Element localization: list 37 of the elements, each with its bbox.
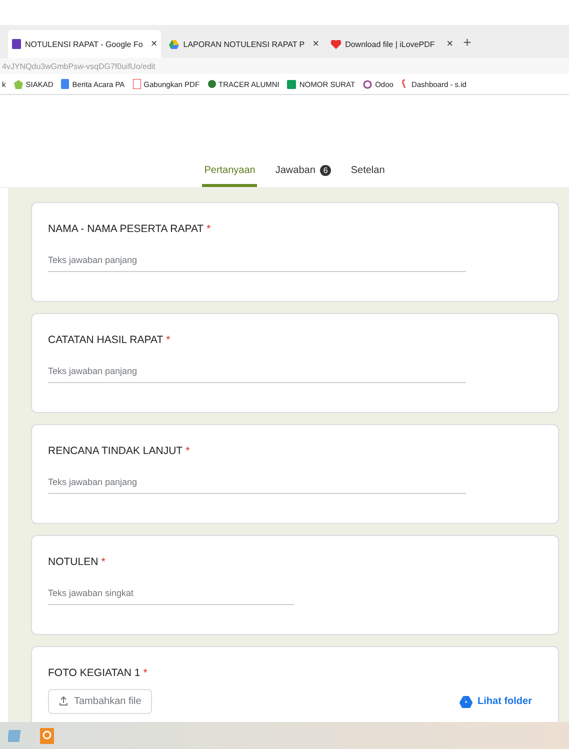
browser-tab[interactable]: Download file | iLovePDF × (327, 30, 458, 58)
form-tab[interactable]: Jawaban 6 (273, 165, 333, 187)
sheet-icon (287, 80, 296, 88)
answer-field[interactable]: Teks jawaban singkat (48, 588, 294, 605)
required-mark: * (143, 667, 148, 679)
answer-field[interactable]: Teks jawaban panjang (48, 255, 466, 272)
answer-field[interactable]: Teks jawaban panjang (48, 366, 466, 383)
upload-button[interactable]: Tambahkan file (48, 689, 152, 714)
ring-icon (363, 80, 372, 88)
drive-icon (169, 40, 180, 48)
question-title: NAMA - NAMA PESERTA RAPAT * (48, 223, 212, 235)
count-badge: 6 (320, 165, 331, 176)
close-icon[interactable]: × (146, 38, 158, 50)
question-title: FOTO KEGIATAN 1 * (48, 667, 148, 679)
browser-tab[interactable]: NOTULENSI RAPAT - Google Fo × (8, 30, 162, 58)
close-icon[interactable]: × (308, 38, 320, 50)
drive-icon (458, 696, 473, 708)
folder-link[interactable]: Lihat folder (458, 696, 532, 708)
close-icon[interactable]: × (442, 38, 454, 50)
question-title: RENCANA TINDAK LANJUT * (48, 445, 191, 457)
new-tab-icon[interactable]: + (463, 34, 472, 50)
answer-field[interactable]: Teks jawaban panjang (48, 477, 466, 494)
dot-icon (208, 80, 216, 88)
required-mark: * (166, 334, 170, 346)
required-mark: * (206, 223, 211, 235)
upload-icon (59, 696, 68, 706)
form-icon (12, 39, 21, 49)
app-icon[interactable] (40, 728, 54, 744)
heart-icon (331, 40, 342, 48)
question-title: NOTULEN * (48, 556, 106, 568)
form-tab[interactable]: Setelan (348, 165, 387, 187)
document-icon (61, 79, 70, 89)
required-mark: * (101, 556, 106, 568)
browser-tab[interactable]: LAPORAN NOTULENSI RAPAT P × (165, 30, 324, 58)
shield-icon (14, 80, 23, 88)
required-mark: * (186, 445, 190, 457)
question-title: CATATAN HASIL RAPAT * (48, 334, 172, 346)
